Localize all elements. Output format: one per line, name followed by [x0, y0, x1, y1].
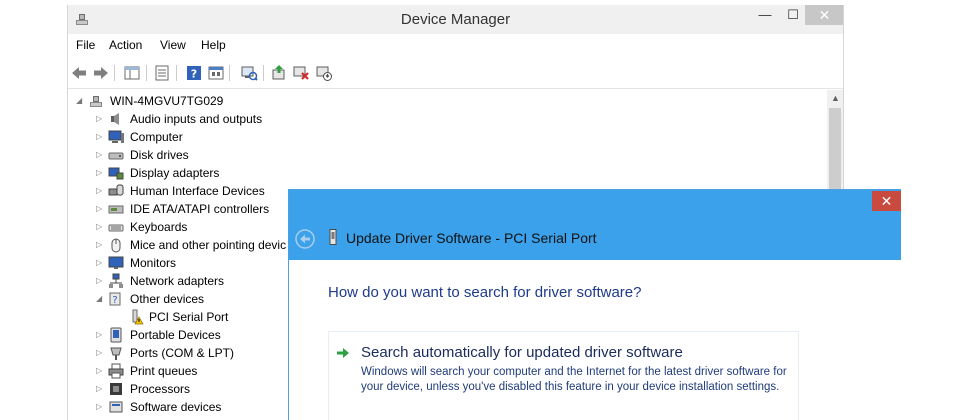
update-driver-dialog: ✕ Update Driver Software - PCI Serial Po…: [288, 189, 901, 420]
expand-arrow-icon[interactable]: ▷: [96, 150, 106, 160]
uninstall-icon[interactable]: [292, 64, 310, 82]
computer-icon: [108, 130, 124, 143]
expand-arrow-icon[interactable]: ▷: [96, 186, 106, 196]
green-arrow-icon: [337, 348, 349, 358]
tree-label: Audio inputs and outputs: [130, 112, 263, 126]
toolbar: ?: [68, 56, 843, 89]
toolbar-separator: [146, 65, 147, 81]
expand-arrow-icon[interactable]: ▷: [96, 402, 106, 412]
help-icon[interactable]: ?: [185, 64, 203, 82]
menu-help[interactable]: Help: [201, 38, 226, 52]
list-view-icon[interactable]: [153, 64, 171, 82]
tree-label: Computer: [130, 130, 183, 144]
expand-arrow-icon[interactable]: ▷: [96, 348, 106, 358]
menu-view[interactable]: View: [160, 38, 186, 52]
other-devices-icon: ?: [109, 292, 121, 306]
tree-label: Keyboards: [130, 220, 188, 234]
keyboard-icon: [108, 224, 124, 232]
toolbar-separator: [229, 65, 230, 81]
collapse-arrow-icon[interactable]: ◢: [76, 96, 86, 106]
expand-arrow-icon[interactable]: ▷: [96, 240, 106, 250]
expand-arrow-icon[interactable]: ▷: [96, 114, 106, 124]
display-adapter-icon: [108, 167, 124, 180]
scan-hardware-icon[interactable]: [240, 64, 258, 82]
pci-device-icon: [329, 229, 337, 245]
back-arrow-icon[interactable]: [295, 229, 315, 249]
svg-text:?: ?: [112, 295, 117, 306]
expand-arrow-icon[interactable]: ▷: [96, 204, 106, 214]
portable-device-icon: [110, 327, 122, 343]
computer-root-icon: [90, 96, 102, 107]
tree-label: Network adapters: [130, 274, 225, 288]
toolbar-separator: [263, 65, 264, 81]
menu-action[interactable]: Action: [109, 38, 142, 52]
tree-root[interactable]: ◢ WIN-4MGVU7TG029: [68, 93, 368, 111]
option-description: Windows will search your computer and th…: [361, 366, 787, 393]
dialog-question: How do you want to search for driver sof…: [328, 284, 642, 301]
tree-label: IDE ATA/ATAPI controllers: [130, 202, 270, 216]
window-title: Device Manager: [400, 11, 511, 28]
ide-controller-icon: [108, 205, 124, 214]
toolbar-separator: [114, 65, 115, 81]
mouse-icon: [111, 238, 121, 253]
update-driver-icon[interactable]: [270, 64, 288, 82]
expand-arrow-icon[interactable]: ▷: [96, 222, 106, 232]
expand-arrow-icon[interactable]: ▷: [96, 366, 106, 376]
dialog-title-bar[interactable]: ✕ Update Driver Software - PCI Serial Po…: [289, 190, 901, 260]
menu-bar: File Action View Help: [68, 34, 843, 56]
tree-label: Ports (COM & LPT): [130, 346, 235, 360]
tree-item-disk-drives[interactable]: ▷ Disk drives: [68, 147, 368, 165]
dialog-title: Update Driver Software - PCI Serial Port: [346, 230, 597, 246]
option-title: Search automatically for updated driver …: [361, 344, 683, 361]
printer-icon: [108, 363, 124, 379]
scroll-up-arrow-icon[interactable]: ▲: [827, 90, 843, 107]
forward-arrow-icon[interactable]: [92, 64, 110, 82]
close-button[interactable]: ✕: [805, 5, 843, 25]
toolbar-separator: [176, 65, 177, 81]
software-device-icon: [109, 401, 123, 413]
tree-label: Software devices: [130, 400, 222, 414]
title-bar[interactable]: Device Manager — ☐ ✕: [68, 5, 843, 34]
disk-drive-icon: [108, 152, 124, 160]
monitor-icon: [108, 256, 124, 269]
tree-label: Disk drives: [130, 148, 189, 162]
expand-arrow-icon[interactable]: ▷: [96, 132, 106, 142]
tree-item-display-adapters[interactable]: ▷ Display adapters: [68, 165, 368, 183]
tree-label: PCI Serial Port: [149, 310, 229, 324]
tree-label: Mice and other pointing devic: [130, 238, 287, 252]
properties-view-icon[interactable]: [123, 64, 141, 82]
network-adapter-icon: [109, 273, 123, 288]
expand-arrow-icon[interactable]: ▷: [96, 384, 106, 394]
disable-device-icon[interactable]: [315, 64, 333, 82]
tree-label: Other devices: [130, 292, 205, 306]
processor-icon: [110, 383, 122, 395]
port-icon: [110, 347, 122, 360]
expand-arrow-icon[interactable]: ▷: [96, 276, 106, 286]
dialog-body: How do you want to search for driver sof…: [289, 260, 901, 420]
search-automatically-option[interactable]: Search automatically for updated driver …: [328, 331, 799, 420]
tree-item-audio[interactable]: ▷ Audio inputs and outputs: [68, 111, 368, 129]
hid-icon: [108, 184, 124, 196]
collapse-arrow-icon[interactable]: ◢: [96, 294, 106, 304]
tree-label: Portable Devices: [130, 328, 221, 342]
warning-device-icon: [132, 309, 144, 325]
back-arrow-icon[interactable]: [70, 64, 88, 82]
tree-label: Human Interface Devices: [130, 184, 265, 198]
maximize-button[interactable]: ☐: [778, 5, 808, 25]
minimize-button[interactable]: —: [750, 5, 780, 25]
expand-arrow-icon[interactable]: ▷: [96, 258, 106, 268]
svg-text:?: ?: [191, 68, 197, 81]
expand-arrow-icon[interactable]: ▷: [96, 168, 106, 178]
speaker-icon: [111, 113, 119, 125]
computer-name: WIN-4MGVU7TG029: [110, 94, 224, 108]
tree-label: Display adapters: [130, 166, 220, 180]
tree-item-computer[interactable]: ▷ Computer: [68, 129, 368, 147]
tree-label: Processors: [130, 382, 191, 396]
show-hidden-icon[interactable]: [207, 64, 225, 82]
tree-label: Print queues: [130, 364, 198, 378]
menu-file[interactable]: File: [76, 38, 95, 52]
dialog-close-button[interactable]: ✕: [872, 191, 901, 211]
tree-label: Monitors: [130, 256, 177, 270]
expand-arrow-icon[interactable]: ▷: [96, 330, 106, 340]
